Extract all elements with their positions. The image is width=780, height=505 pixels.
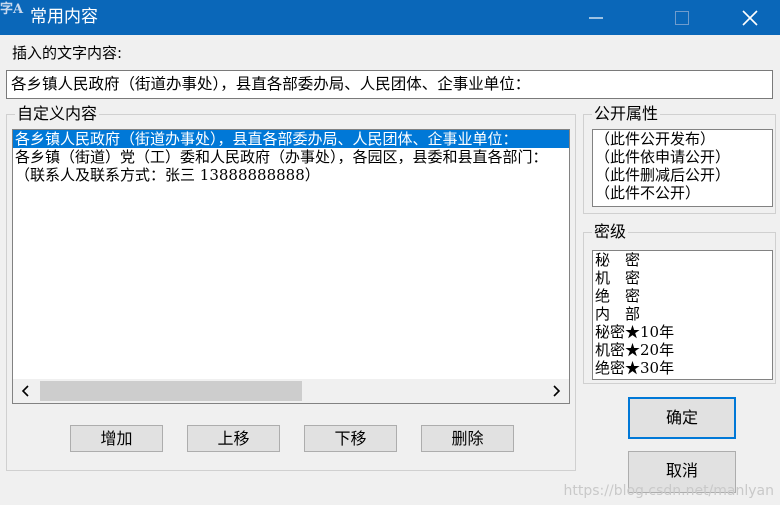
move-down-button[interactable]: 下移 (304, 425, 397, 452)
chevron-left-icon (21, 385, 29, 397)
list-item[interactable]: 各乡镇（街道）党（工）委和人民政府（办事处），各园区，县委和县直各部门： (13, 148, 569, 166)
public-attribute-list[interactable]: （此件公开发布） （此件依申请公开） （此件删减后公开） （此件不公开） (592, 129, 773, 207)
list-item[interactable]: 内 部 (593, 305, 772, 323)
security-level-legend: 密级 (592, 222, 629, 242)
minimize-icon (589, 16, 603, 19)
move-up-button[interactable]: 上移 (187, 425, 280, 452)
add-button[interactable]: 增加 (70, 425, 163, 452)
public-attribute-legend: 公开属性 (592, 104, 661, 124)
app-text-icon: 字A (0, 2, 24, 17)
scroll-thumb[interactable] (40, 381, 302, 401)
close-button[interactable] (720, 0, 780, 35)
chevron-right-icon (553, 385, 561, 397)
list-item[interactable]: 秘密★10年 (593, 323, 772, 341)
minimize-button[interactable] (566, 0, 626, 35)
custom-content-list[interactable]: 各乡镇人民政府（街道办事处），县直各部委办局、人民团体、企事业单位： 各乡镇（街道… (12, 129, 570, 404)
insert-text-label: 插入的文字内容: (12, 44, 123, 62)
list-item[interactable]: 绝密★30年 (593, 359, 772, 377)
list-item[interactable]: 机密★20年 (593, 341, 772, 359)
window-title: 常用内容 (30, 7, 98, 27)
list-item[interactable]: （此件依申请公开） (593, 148, 772, 166)
ok-button[interactable]: 确定 (628, 397, 736, 439)
custom-content-legend: 自定义内容 (15, 104, 100, 124)
list-item[interactable]: （此件删减后公开） (593, 166, 772, 184)
list-item[interactable]: （联系人及联系方式：张三 13888888888） (13, 166, 569, 184)
watermark: https://blog.csdn.net/manlyan (563, 483, 774, 499)
list-item[interactable]: 绝 密 (593, 287, 772, 305)
maximize-icon (675, 10, 689, 25)
scroll-right-button[interactable] (545, 379, 567, 403)
delete-button[interactable]: 删除 (421, 425, 514, 452)
insert-text-field[interactable]: 各乡镇人民政府（街道办事处），县直各部委办局、人民团体、企事业单位： (6, 70, 773, 99)
list-item[interactable]: 秘 密 (593, 251, 772, 269)
title-bar[interactable]: 字A 常用内容 (0, 0, 780, 35)
list-item[interactable]: （此件不公开） (593, 184, 772, 202)
security-level-list[interactable]: 秘 密机 密绝 密内 部秘密★10年 机密★20年 绝密★30年 (592, 250, 773, 380)
list-item[interactable]: 各乡镇人民政府（街道办事处），县直各部委办局、人民团体、企事业单位： (13, 130, 569, 148)
list-item[interactable]: 机 密 (593, 269, 772, 287)
list-item[interactable]: （此件公开发布） (593, 130, 772, 148)
close-icon (742, 9, 758, 26)
scroll-left-button[interactable] (15, 379, 37, 403)
maximize-button (652, 0, 712, 35)
horizontal-scrollbar[interactable] (13, 379, 569, 403)
